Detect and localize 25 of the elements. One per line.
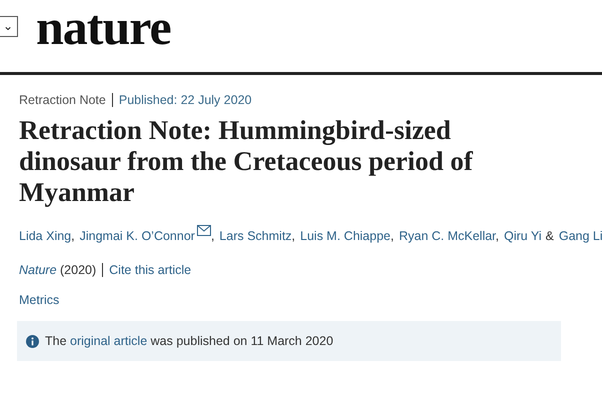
author-link[interactable]: Qiru Yi <box>504 229 542 243</box>
cite-link[interactable]: Cite this article <box>103 263 192 277</box>
author-separator: , <box>210 229 214 243</box>
author-link[interactable]: Jingmai K. O’Connor <box>80 229 195 243</box>
metrics-link[interactable]: Metrics <box>19 293 583 307</box>
nature-logo[interactable]: nature <box>36 0 171 56</box>
notice-text: The original article was published on 11 March 2020 <box>45 334 334 348</box>
author-link[interactable]: Gang Li <box>558 229 602 243</box>
original-article-link[interactable]: original article <box>70 334 148 348</box>
author-separator: , <box>292 229 296 243</box>
info-icon <box>26 334 39 348</box>
article-title: Retraction Note: Hummingbird-sized dinosaur from the Cretaceous period of Myanmar <box>19 115 474 208</box>
author-link[interactable]: Ryan C. McKellar <box>398 229 496 243</box>
article-type: Retraction Note <box>19 93 113 107</box>
author-link[interactable]: Lars Schmitz <box>219 229 292 243</box>
author-separator: , <box>71 229 75 243</box>
author-link[interactable]: Lida Xing <box>19 229 72 243</box>
author-link[interactable]: Luis M. Chiappe <box>300 229 390 243</box>
mail-icon[interactable] <box>196 225 211 236</box>
author-separator: , <box>496 229 500 243</box>
author-separator: , <box>390 229 394 243</box>
journal-citation: Nature (2020) <box>19 263 104 277</box>
menu-toggle-button[interactable]: ⌄ <box>0 16 18 36</box>
author-separator: & <box>546 229 554 243</box>
published-date: Published: 22 July 2020 <box>118 93 252 107</box>
